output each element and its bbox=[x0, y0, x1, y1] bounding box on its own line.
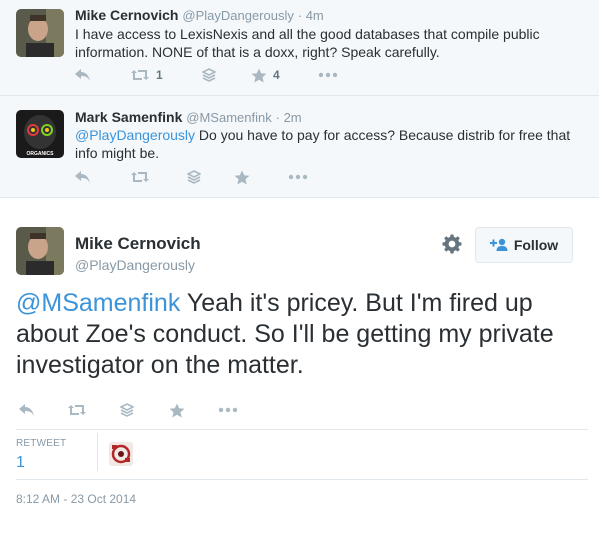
avatar-mike-cernovich[interactable] bbox=[16, 9, 64, 57]
stack-icon bbox=[120, 403, 134, 417]
stack-button[interactable] bbox=[187, 168, 201, 186]
more-button[interactable] bbox=[288, 168, 308, 186]
tweet-compact-1[interactable]: Mike Cernovich @PlayDangerously · 4m I h… bbox=[0, 0, 599, 96]
favorite-count: 4 bbox=[273, 68, 280, 82]
gear-icon bbox=[442, 234, 462, 254]
retweet-icon bbox=[68, 405, 86, 415]
divider bbox=[16, 479, 588, 480]
author-name[interactable]: Mike Cernovich bbox=[75, 234, 201, 254]
author-handle[interactable]: @PlayDangerously bbox=[75, 257, 195, 273]
reply-icon bbox=[75, 171, 90, 183]
retweet-button[interactable] bbox=[130, 168, 150, 186]
gear-button[interactable] bbox=[442, 234, 462, 259]
retweet-button[interactable] bbox=[67, 401, 87, 419]
add-user-icon bbox=[489, 238, 508, 251]
reply-button[interactable] bbox=[74, 168, 91, 186]
stat-divider bbox=[97, 433, 98, 471]
retweet-button[interactable]: 1 bbox=[130, 66, 163, 84]
author-name[interactable]: Mike Cernovich bbox=[75, 7, 178, 23]
favorite-button[interactable]: 4 bbox=[251, 66, 280, 84]
follow-label: Follow bbox=[513, 237, 559, 253]
tweet-timestamp[interactable]: 8:12 AM - 23 Oct 2014 bbox=[16, 492, 136, 506]
stack-button[interactable] bbox=[120, 401, 134, 419]
mention-link[interactable]: @MSamenfink bbox=[16, 289, 180, 317]
avatar-mark-samenfink[interactable]: ORGANICS bbox=[16, 110, 64, 158]
reply-icon bbox=[75, 69, 90, 81]
favorite-star-icon bbox=[234, 170, 250, 184]
tweet-time[interactable]: 4m bbox=[306, 8, 324, 23]
favorite-star-icon bbox=[169, 403, 185, 417]
retweet-count: 1 bbox=[156, 68, 163, 82]
tweet-expanded: Mike Cernovich @PlayDangerously Follow @… bbox=[0, 198, 599, 537]
more-button[interactable] bbox=[218, 401, 238, 419]
retweet-icon bbox=[131, 172, 149, 182]
more-dots-icon bbox=[318, 72, 338, 78]
retweeter-avatar[interactable] bbox=[109, 442, 133, 466]
follow-button[interactable]: Follow bbox=[475, 227, 573, 263]
stack-icon bbox=[187, 170, 201, 184]
reply-icon bbox=[19, 404, 34, 416]
stack-button[interactable] bbox=[202, 66, 216, 84]
reply-button[interactable] bbox=[18, 401, 35, 419]
stack-icon bbox=[202, 68, 216, 82]
author-handle[interactable]: @MSamenfink bbox=[186, 110, 271, 125]
divider bbox=[16, 429, 588, 430]
favorite-button[interactable] bbox=[234, 168, 250, 186]
favorite-button[interactable] bbox=[169, 401, 185, 419]
avatar-text: ORGANICS bbox=[27, 151, 55, 157]
retweet-stat-label: RETWEET bbox=[16, 438, 67, 449]
reply-button[interactable] bbox=[74, 66, 91, 84]
author-handle[interactable]: @PlayDangerously bbox=[182, 8, 293, 23]
retweet-icon bbox=[131, 70, 149, 80]
retweet-stat-count[interactable]: 1 bbox=[16, 454, 25, 472]
more-dots-icon bbox=[288, 174, 308, 180]
tweet-text: I have access to LexisNexis and all the … bbox=[75, 26, 540, 60]
author-name[interactable]: Mark Samenfink bbox=[75, 109, 182, 125]
mention-link[interactable]: @PlayDangerously bbox=[75, 127, 195, 143]
more-dots-icon bbox=[218, 407, 238, 413]
tweet-text: @MSamenfink Yeah it's pricey. But I'm fi… bbox=[16, 288, 576, 381]
favorite-star-icon bbox=[251, 68, 267, 82]
tweet-time[interactable]: 2m bbox=[284, 110, 302, 125]
avatar-mike-cernovich[interactable] bbox=[16, 227, 64, 275]
more-button[interactable] bbox=[318, 66, 338, 84]
tweet-text: @PlayDangerously Do you have to pay for … bbox=[75, 126, 580, 162]
tweet-compact-2[interactable]: ORGANICS Mark Samenfink @MSamenfink · 2m… bbox=[0, 96, 599, 198]
